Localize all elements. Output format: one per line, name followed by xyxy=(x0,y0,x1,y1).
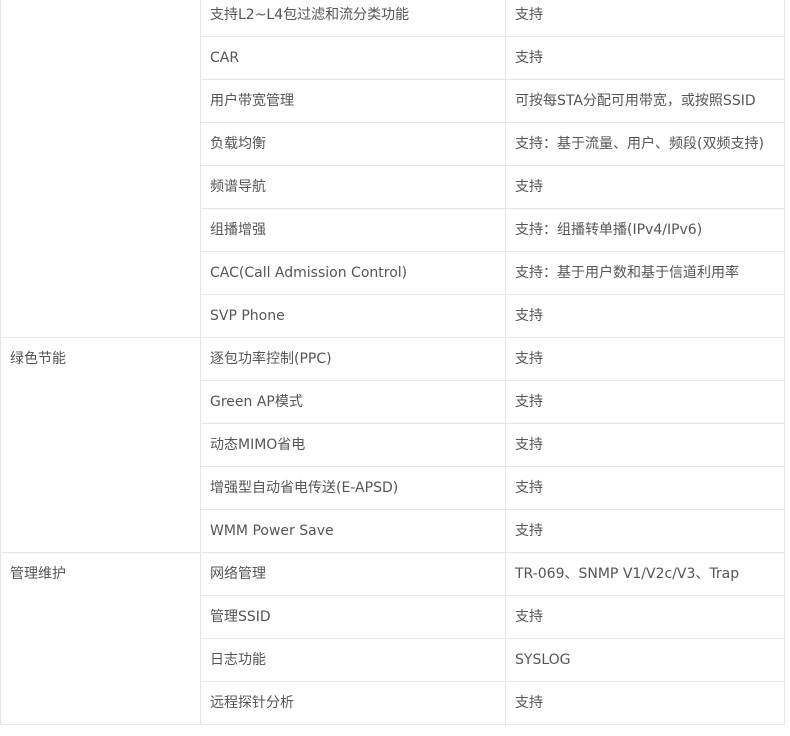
feature-cell: WMM Power Save xyxy=(200,509,506,553)
value-cell: SYSLOG xyxy=(505,638,785,682)
value-cell: 支持 xyxy=(505,681,785,725)
value-cell: TR-069、SNMP V1/V2c/V3、Trap xyxy=(505,552,785,596)
feature-cell: 负载均衡 xyxy=(200,122,506,166)
feature-cell: Green AP模式 xyxy=(200,380,506,424)
value-cell: 支持 xyxy=(505,380,785,424)
feature-cell: CAR xyxy=(200,36,506,80)
feature-cell: 逐包功率控制(PPC) xyxy=(200,337,506,381)
value-cell: 支持 xyxy=(505,165,785,209)
category-cell: 绿色节能 xyxy=(0,337,201,553)
value-cell: 支持：基于流量、用户、频段(双频支持) xyxy=(505,122,785,166)
value-cell: 支持 xyxy=(505,595,785,639)
feature-cell: 网络管理 xyxy=(200,552,506,596)
feature-cell: CAC(Call Admission Control) xyxy=(200,251,506,295)
feature-cell: 远程探针分析 xyxy=(200,681,506,725)
value-cell: 支持 xyxy=(505,466,785,510)
value-cell: 可按每STA分配可用带宽，或按照SSID xyxy=(505,79,785,123)
value-cell: 支持 xyxy=(505,423,785,467)
spec-table: 支持L2~L4包过滤和流分类功能 支持 CAR 支持 用户带宽管理 可按每STA… xyxy=(0,0,785,725)
feature-cell: 组播增强 xyxy=(200,208,506,252)
category-cell xyxy=(0,0,201,338)
feature-cell: 频谱导航 xyxy=(200,165,506,209)
feature-cell: 用户带宽管理 xyxy=(200,79,506,123)
feature-cell: 动态MIMO省电 xyxy=(200,423,506,467)
value-cell: 支持 xyxy=(505,337,785,381)
value-cell: 支持：组播转单播(IPv4/IPv6) xyxy=(505,208,785,252)
feature-cell: SVP Phone xyxy=(200,294,506,338)
feature-cell: 支持L2~L4包过滤和流分类功能 xyxy=(200,0,506,37)
table-row: 绿色节能 逐包功率控制(PPC) 支持 xyxy=(0,337,785,553)
feature-cell: 日志功能 xyxy=(200,638,506,682)
value-cell: 支持：基于用户数和基于信道利用率 xyxy=(505,251,785,295)
table-row: 支持L2~L4包过滤和流分类功能 支持 xyxy=(0,0,785,338)
table-row: 管理维护 网络管理 TR-069、SNMP V1/V2c/V3、Trap xyxy=(0,552,785,725)
value-cell: 支持 xyxy=(505,294,785,338)
feature-cell: 增强型自动省电传送(E-APSD) xyxy=(200,466,506,510)
value-cell: 支持 xyxy=(505,0,785,37)
category-cell: 管理维护 xyxy=(0,552,201,725)
value-cell: 支持 xyxy=(505,36,785,80)
feature-cell: 管理SSID xyxy=(200,595,506,639)
spec-table-body: 支持L2~L4包过滤和流分类功能 支持 CAR 支持 用户带宽管理 可按每STA… xyxy=(0,0,785,725)
value-cell: 支持 xyxy=(505,509,785,553)
